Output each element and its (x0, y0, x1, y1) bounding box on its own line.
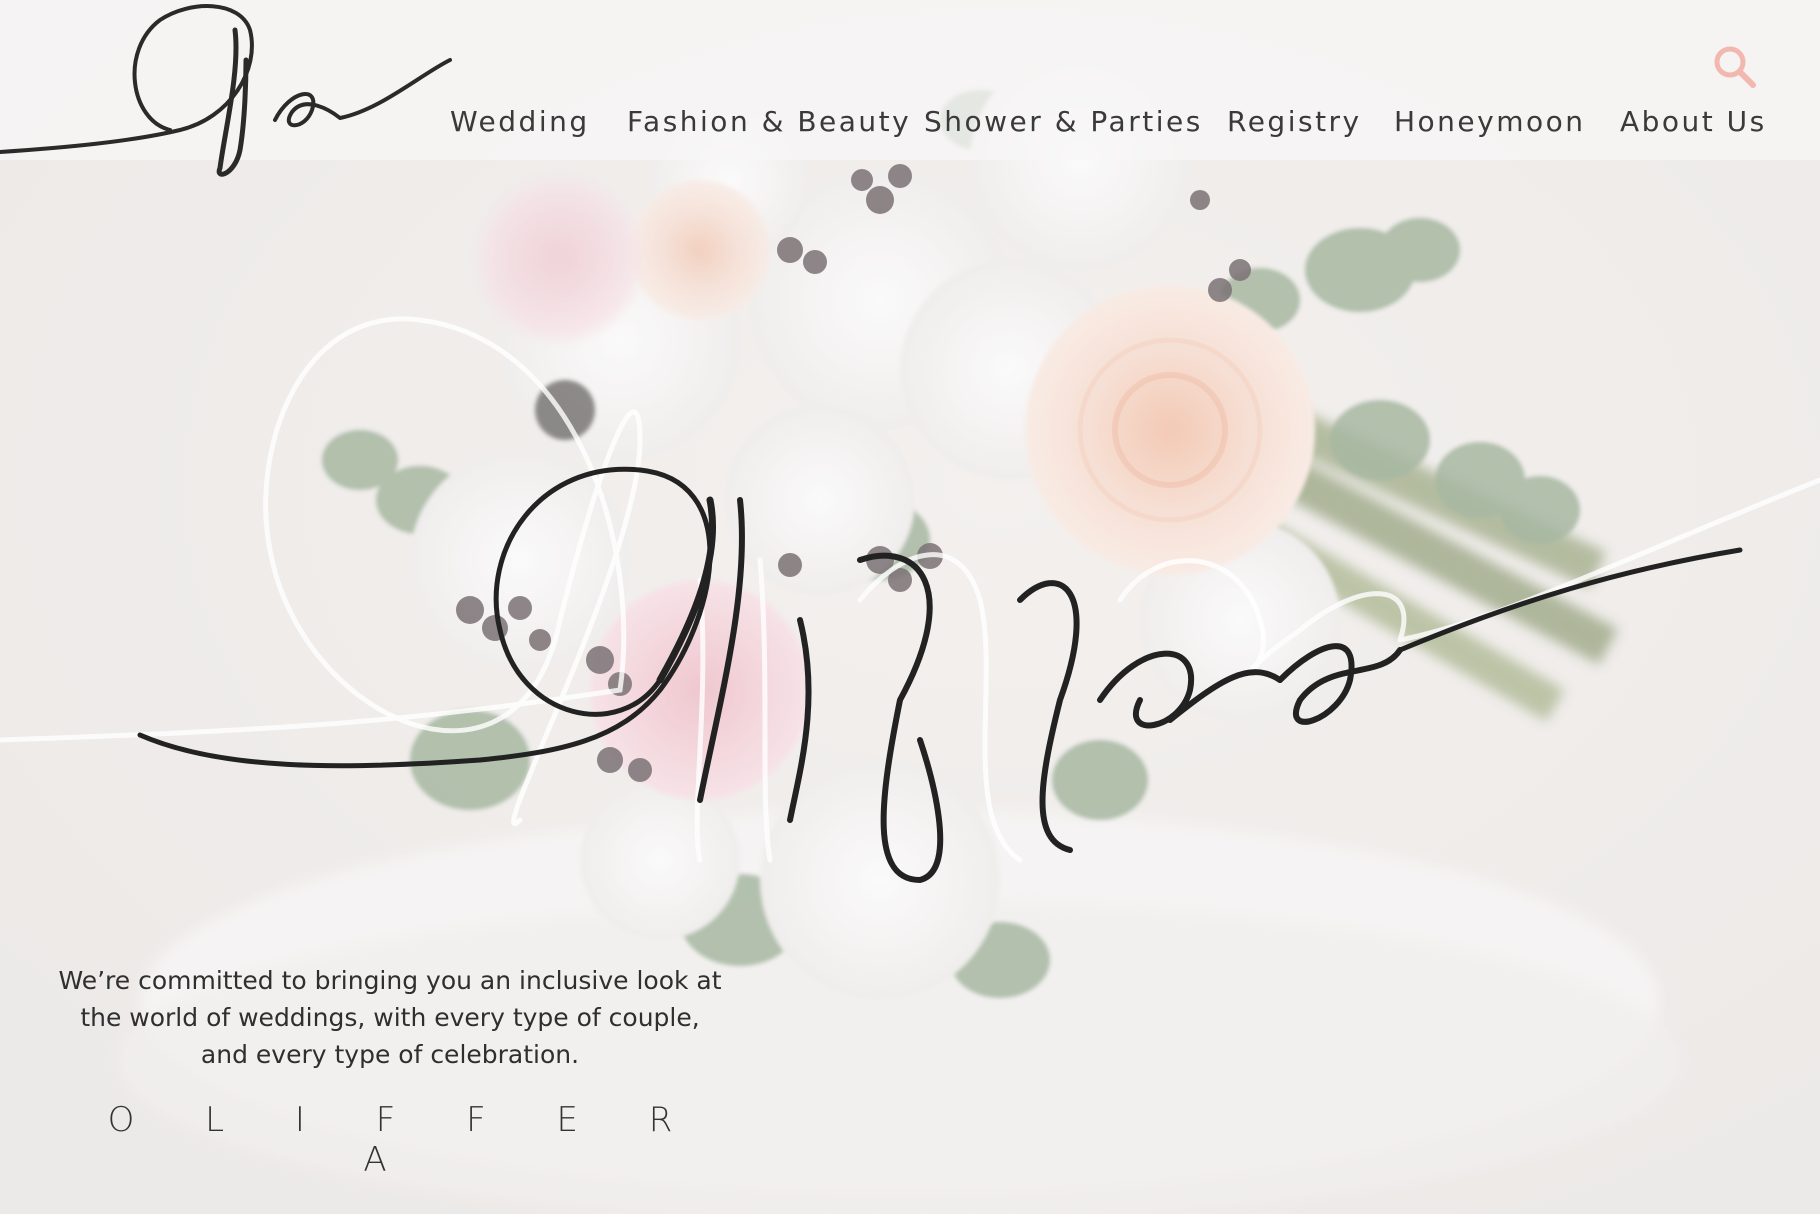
nav-item-registry[interactable]: Registry (1227, 100, 1362, 144)
nav-item-fashion-beauty[interactable]: Fashion & Beauty (627, 100, 911, 144)
hero-page: Wedding Fashion & Beauty Shower & Partie… (0, 0, 1820, 1214)
tagline-line-1: We’re committed to bringing you an inclu… (58, 966, 722, 995)
tagline: We’re committed to bringing you an inclu… (40, 962, 740, 1073)
nav-item-about-us[interactable]: About Us (1620, 100, 1767, 144)
main-nav: Wedding Fashion & Beauty Shower & Partie… (0, 100, 1820, 144)
nav-item-wedding[interactable]: Wedding (450, 100, 590, 144)
search-icon[interactable] (1710, 42, 1758, 90)
monogram-logo[interactable] (0, 0, 470, 180)
tagline-line-3: and every type of celebration. (200, 1040, 580, 1069)
brand-wordmark: O L I F F E R A (107, 1100, 703, 1180)
brand-script-logo (137, 466, 1743, 883)
tagline-line-2: the world of weddings, with every type o… (80, 1003, 700, 1032)
nav-item-shower-parties[interactable]: Shower & Parties (924, 100, 1203, 144)
nav-item-honeymoon[interactable]: Honeymoon (1394, 100, 1586, 144)
